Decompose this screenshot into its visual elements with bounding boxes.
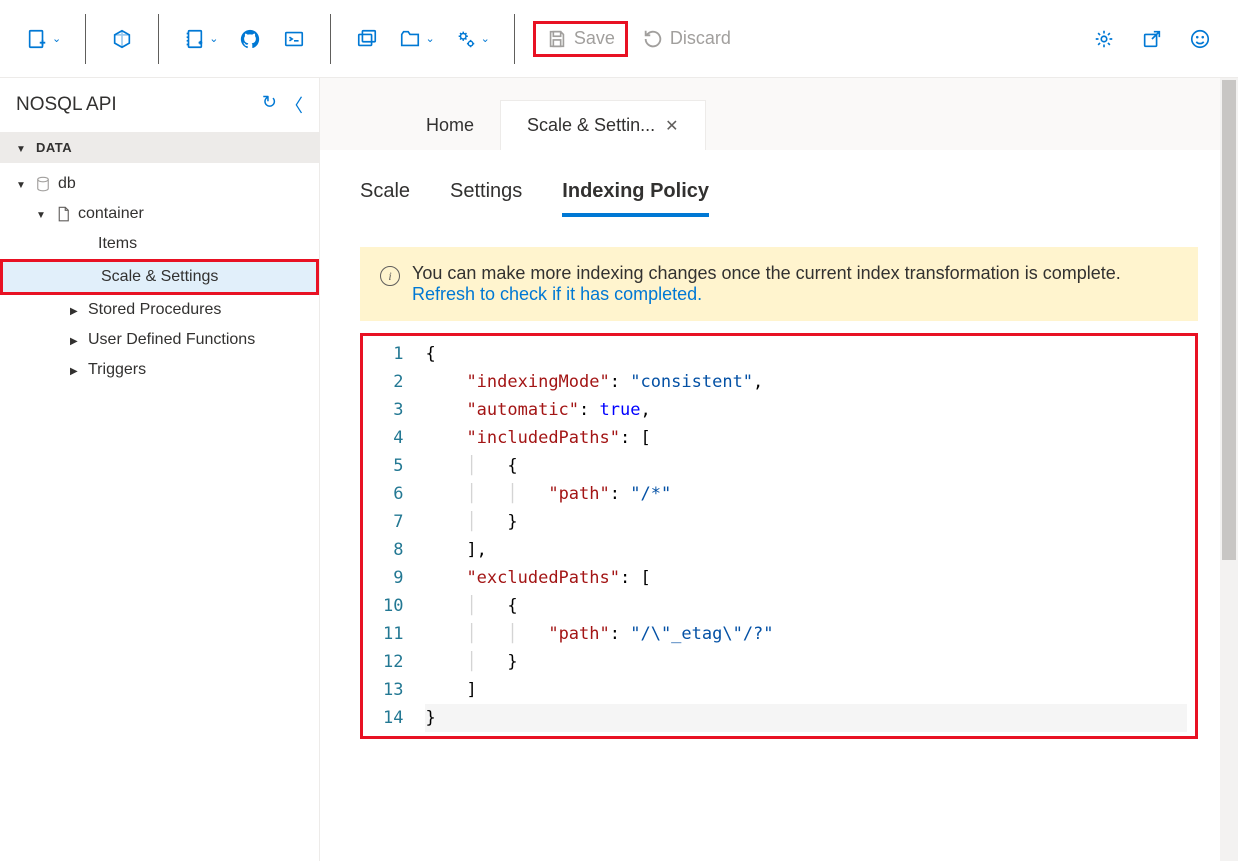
gear-icon[interactable] [1086, 21, 1122, 57]
caret-down-icon [16, 177, 28, 191]
close-icon[interactable]: ✕ [665, 116, 678, 136]
refresh-icon[interactable]: ↻ [262, 92, 277, 118]
discard-button-label: Discard [670, 28, 731, 49]
code-content[interactable]: { "indexingMode": "consistent", "automat… [417, 336, 1195, 736]
new-window-button[interactable] [349, 21, 385, 57]
content-area: Home Scale & Settin... ✕ Scale Settings … [320, 78, 1238, 861]
sidebar-title: NOSQL API ↻ 〈 [0, 78, 319, 132]
resource-tree: db container Items Scale & Settings Stor… [0, 163, 319, 391]
subtab-bar: Scale Settings Indexing Policy [360, 180, 1198, 217]
chevron-down-icon: ⌄ [425, 32, 434, 45]
json-editor[interactable]: 1234567891011121314 { "indexingMode": "c… [360, 333, 1198, 739]
feedback-smiley-icon[interactable] [1182, 21, 1218, 57]
sidebar: NOSQL API ↻ 〈 DATA db co [0, 78, 320, 861]
content-body: Scale Settings Indexing Policy i You can… [320, 150, 1238, 861]
chevron-down-icon: ⌄ [209, 32, 218, 45]
banner-text: You can make more indexing changes once … [412, 263, 1178, 305]
toolbar: ⌄ ⌄ ⌄ ⌄ Save Discard [0, 0, 1238, 78]
tree-node-label: container [78, 205, 144, 223]
info-banner: i You can make more indexing changes onc… [360, 247, 1198, 321]
separator [85, 14, 86, 64]
container-icon [54, 205, 72, 223]
tree-node-stored-procedures[interactable]: Stored Procedures [0, 295, 319, 325]
tab-scale-settings[interactable]: Scale & Settin... ✕ [500, 100, 705, 150]
banner-refresh-link[interactable]: Refresh to check if it has completed. [412, 284, 702, 304]
settings-gears-button[interactable]: ⌄ [449, 21, 496, 57]
separator [514, 14, 515, 64]
database-icon [34, 175, 52, 193]
tree-node-label: db [58, 175, 76, 193]
tree-node-scale-settings[interactable]: Scale & Settings [0, 259, 319, 295]
scrollbar[interactable]: ▲ [1220, 78, 1238, 861]
subtab-settings[interactable]: Settings [450, 180, 522, 217]
banner-message: You can make more indexing changes once … [412, 263, 1121, 283]
tree-node-label: Stored Procedures [88, 301, 221, 319]
sidebar-title-label: NOSQL API [16, 94, 117, 116]
tree-node-items[interactable]: Items [0, 229, 319, 259]
chevron-down-icon: ⌄ [52, 32, 61, 45]
tree-node-container[interactable]: container [0, 199, 319, 229]
info-icon: i [380, 266, 400, 286]
save-button[interactable]: Save [533, 21, 628, 57]
discard-button[interactable]: Discard [636, 21, 737, 57]
new-resource-button[interactable]: ⌄ [20, 21, 67, 57]
open-external-icon[interactable] [1134, 21, 1170, 57]
scrollbar-thumb[interactable] [1222, 80, 1236, 560]
subtab-indexing-policy[interactable]: Indexing Policy [562, 180, 709, 217]
tab-bar: Home Scale & Settin... ✕ [320, 78, 1238, 150]
subtab-scale[interactable]: Scale [360, 180, 410, 217]
sidebar-section-data[interactable]: DATA [0, 132, 319, 163]
tree-node-label: User Defined Functions [88, 331, 255, 349]
tree-node-triggers[interactable]: Triggers [0, 355, 319, 385]
caret-down-icon [36, 207, 48, 221]
tree-node-label: Items [98, 235, 137, 253]
integrations-button[interactable] [104, 21, 140, 57]
tree-node-label: Triggers [88, 361, 146, 379]
tab-label: Home [426, 115, 474, 136]
caret-right-icon [70, 363, 82, 377]
caret-down-icon [16, 141, 28, 155]
caret-right-icon [70, 333, 82, 347]
tab-label: Scale & Settin... [527, 115, 655, 136]
github-button[interactable] [232, 21, 268, 57]
notebooks-button[interactable]: ⌄ [177, 21, 224, 57]
line-number-gutter: 1234567891011121314 [363, 336, 417, 736]
separator [330, 14, 331, 64]
tab-home[interactable]: Home [400, 101, 500, 150]
sidebar-section-label: DATA [36, 140, 72, 155]
chevron-down-icon: ⌄ [481, 32, 490, 45]
terminal-button[interactable] [276, 21, 312, 57]
save-button-label: Save [574, 28, 615, 49]
separator [158, 14, 159, 64]
tree-node-label: Scale & Settings [101, 268, 218, 286]
tree-node-database[interactable]: db [0, 169, 319, 199]
tree-node-udf[interactable]: User Defined Functions [0, 325, 319, 355]
caret-right-icon [70, 303, 82, 317]
open-folder-button[interactable]: ⌄ [393, 21, 440, 57]
collapse-sidebar-icon[interactable]: 〈 [285, 92, 303, 118]
